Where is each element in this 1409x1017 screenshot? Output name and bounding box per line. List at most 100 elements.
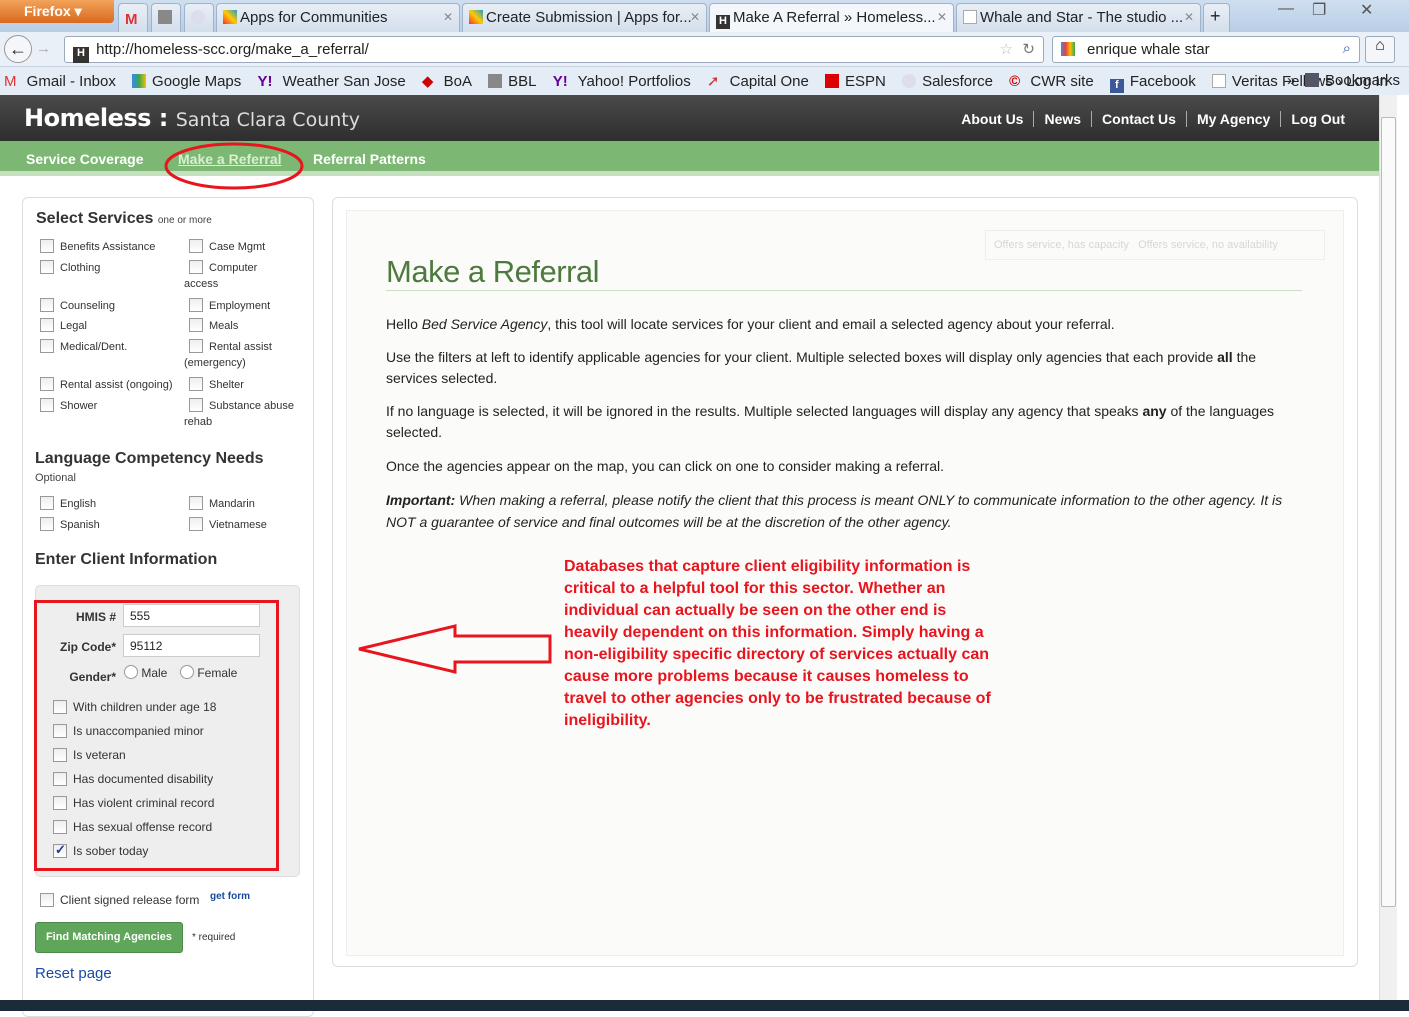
close-tab-icon[interactable]: ✕ <box>690 10 700 24</box>
close-tab-icon[interactable]: ✕ <box>443 10 453 24</box>
tab-salesforce[interactable] <box>184 3 214 32</box>
checkbox[interactable] <box>189 318 203 332</box>
bookmark-weather[interactable]: Y! Weather San Jose <box>257 73 411 90</box>
language-label: Mandarin <box>209 498 255 510</box>
checkbox[interactable] <box>189 298 203 312</box>
site-logo[interactable]: Homeless : Santa Clara County <box>24 104 360 132</box>
bookmark-facebook[interactable]: f Facebook <box>1109 73 1202 93</box>
service-checkbox-item[interactable]: Case Mgmt <box>189 239 265 253</box>
tab-whale-star[interactable]: Whale and Star - The studio ... ✕ <box>956 3 1201 32</box>
service-checkbox-item[interactable]: Employment <box>189 298 270 312</box>
checkbox[interactable] <box>189 398 203 412</box>
service-checkbox-item[interactable]: Meals <box>189 318 238 332</box>
url-bar[interactable]: H http://homeless-scc.org/make_a_referra… <box>64 36 1044 63</box>
close-tab-icon[interactable]: ✕ <box>1184 10 1194 24</box>
service-checkbox-item[interactable]: Rental assist <box>189 339 272 353</box>
bookmark-gmail[interactable]: M Gmail - Inbox <box>4 73 122 90</box>
nav-service-coverage[interactable]: Service Coverage <box>26 151 144 167</box>
checkbox[interactable] <box>40 298 54 312</box>
language-mandarin[interactable]: Mandarin <box>189 496 255 510</box>
link-my-agency[interactable]: My Agency <box>1185 111 1281 127</box>
bbl-icon <box>488 74 503 88</box>
tab-make-referral[interactable]: H Make A Referral » Homeless... ✕ <box>709 3 954 32</box>
bookmarks-overflow-button[interactable]: » <box>1287 72 1295 89</box>
search-icon[interactable]: ⌕ <box>1343 40 1351 57</box>
bookmark-star-icon[interactable]: ☆ <box>1000 40 1013 58</box>
checkbox[interactable] <box>40 517 54 531</box>
bookmark-google-maps[interactable]: Google Maps <box>132 73 247 90</box>
bookmark-yahoo-portfolios[interactable]: Y! Yahoo! Portfolios <box>553 73 697 90</box>
home-button[interactable]: ⌂ <box>1365 36 1395 63</box>
service-checkbox-item[interactable]: Shower <box>40 398 97 412</box>
checkbox[interactable] <box>189 339 203 353</box>
service-checkbox-item[interactable]: Legal <box>40 318 87 332</box>
tab-apps-communities[interactable]: Apps for Communities ✕ <box>216 3 460 32</box>
back-button[interactable]: ← <box>4 35 32 63</box>
close-window-icon[interactable]: ✕ <box>1360 0 1373 20</box>
tab-gmail[interactable]: M <box>118 3 148 32</box>
bookmark-capital-one[interactable]: ➚ Capital One <box>707 73 815 90</box>
checkbox[interactable] <box>40 496 54 510</box>
cloud-icon <box>191 10 205 24</box>
service-checkbox-item[interactable]: Counseling <box>40 298 115 312</box>
checkbox[interactable] <box>189 517 203 531</box>
new-tab-button[interactable]: + <box>1203 3 1230 32</box>
service-checkbox-item[interactable]: Shelter <box>189 377 244 391</box>
checkbox[interactable] <box>189 377 203 391</box>
checkbox[interactable] <box>40 260 54 274</box>
checkbox[interactable] <box>40 339 54 353</box>
checkbox[interactable] <box>40 318 54 332</box>
link-log-out[interactable]: Log Out <box>1280 111 1355 127</box>
checkbox[interactable] <box>40 893 54 907</box>
link-contact-us[interactable]: Contact Us <box>1091 111 1186 127</box>
service-checkbox-item[interactable]: Computer <box>189 260 257 274</box>
reload-icon[interactable]: ↻ <box>1022 40 1035 58</box>
get-form-link[interactable]: get form <box>210 891 250 902</box>
services-title: Select Services <box>36 210 154 227</box>
language-vietnamese[interactable]: Vietnamese <box>189 517 267 531</box>
service-label: Employment <box>209 300 271 312</box>
checkbox[interactable] <box>189 239 203 253</box>
search-input[interactable]: enrique whale star ⌕ <box>1052 36 1360 63</box>
site-icon: H <box>73 47 89 63</box>
h-site-icon: H <box>716 15 730 29</box>
checkbox[interactable] <box>40 377 54 391</box>
service-checkbox-item[interactable]: Rental assist (ongoing) <box>40 377 173 391</box>
minimize-icon[interactable]: — <box>1278 0 1294 18</box>
language-label: Vietnamese <box>209 519 267 531</box>
checkbox[interactable] <box>40 398 54 412</box>
service-checkbox-item[interactable]: Benefits Assistance <box>40 239 155 253</box>
restore-icon[interactable]: ❐ <box>1312 0 1326 20</box>
cloud-icon <box>902 74 917 88</box>
service-checkbox-item[interactable]: Clothing <box>40 260 100 274</box>
bookmark-espn[interactable]: ESPN <box>825 73 892 90</box>
bookmark-salesforce[interactable]: Salesforce <box>902 73 999 90</box>
tab-create-submission[interactable]: Create Submission | Apps for... ✕ <box>462 3 707 32</box>
cwr-icon: © <box>1009 73 1021 90</box>
scrollbar-thumb[interactable] <box>1381 117 1396 907</box>
close-tab-icon[interactable]: ✕ <box>937 10 947 24</box>
bookmark-bbl[interactable]: BBL <box>488 73 542 90</box>
checkbox[interactable] <box>40 239 54 253</box>
release-form-checkbox[interactable]: Client signed release form <box>40 893 199 907</box>
firefox-menu-button[interactable]: Firefox ▾ <box>0 0 114 23</box>
service-checkbox-item[interactable]: Substance abuse <box>189 398 294 412</box>
bookmarks-menu-button[interactable]: Bookmarks <box>1305 72 1406 89</box>
nav-referral-patterns[interactable]: Referral Patterns <box>313 151 426 167</box>
checkbox[interactable] <box>189 496 203 510</box>
language-spanish[interactable]: Spanish <box>40 517 100 531</box>
bookmark-label: CWR site <box>1030 73 1094 90</box>
find-matching-agencies-button[interactable]: Find Matching Agencies <box>35 922 183 953</box>
link-about-us[interactable]: About Us <box>951 111 1033 127</box>
facebook-icon: f <box>1109 79 1124 93</box>
checkbox[interactable] <box>189 260 203 274</box>
language-english[interactable]: English <box>40 496 96 510</box>
forward-button[interactable]: → <box>36 40 51 57</box>
reset-page-link[interactable]: Reset page <box>35 965 112 982</box>
tab-bbl[interactable] <box>151 3 181 32</box>
service-checkbox-item[interactable]: Medical/Dent. <box>40 339 127 353</box>
bookmark-boa[interactable]: ◆ BoA <box>422 73 478 90</box>
service-label: Case Mgmt <box>209 241 266 253</box>
bookmark-cwr[interactable]: © CWR site <box>1009 73 1100 90</box>
link-news[interactable]: News <box>1033 111 1092 127</box>
